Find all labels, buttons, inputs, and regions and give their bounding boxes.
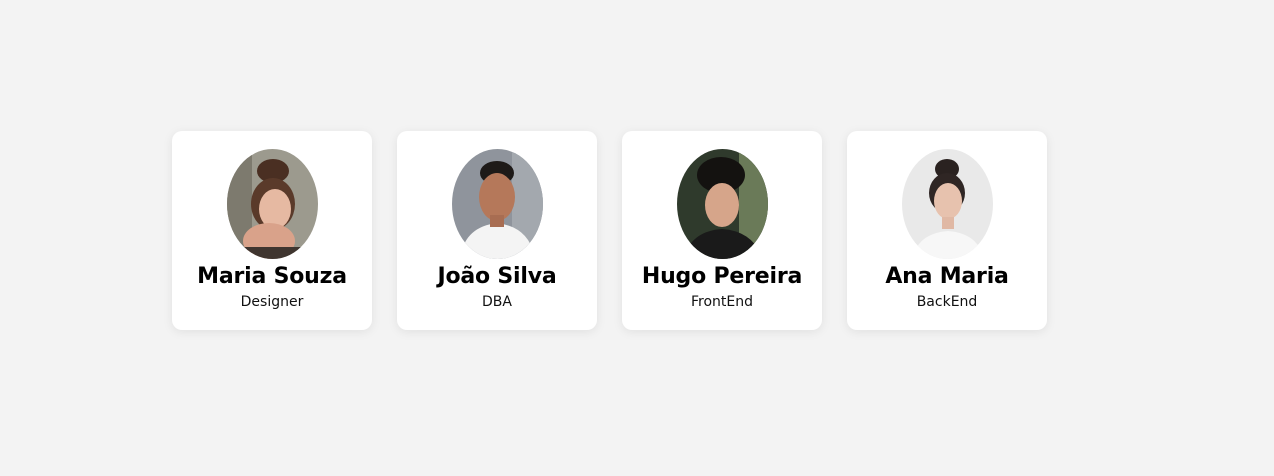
avatar-photo-icon [901,149,993,259]
avatar-photo-icon [226,149,318,259]
profile-card: Ana Maria BackEnd [847,131,1047,330]
avatar [451,149,543,259]
avatar-photo-icon [451,149,543,259]
avatar [901,149,993,259]
person-name: Maria Souza [197,264,347,289]
avatar [226,149,318,259]
person-name: João Silva [437,264,557,289]
page: Maria Souza Designer João Silva DBA Hugo… [0,0,1274,476]
person-role: DBA [482,294,512,310]
profile-cards: Maria Souza Designer João Silva DBA Hugo… [172,131,1047,330]
profile-card: Hugo Pereira FrontEnd [622,131,822,330]
avatar [676,149,768,259]
person-role: Designer [240,294,304,310]
person-role: BackEnd [916,294,978,310]
person-name: Hugo Pereira [641,264,803,289]
person-name: Ana Maria [885,264,1009,289]
profile-card: João Silva DBA [397,131,597,330]
profile-card: Maria Souza Designer [172,131,372,330]
person-role: FrontEnd [690,294,753,310]
avatar-photo-icon [676,149,768,259]
